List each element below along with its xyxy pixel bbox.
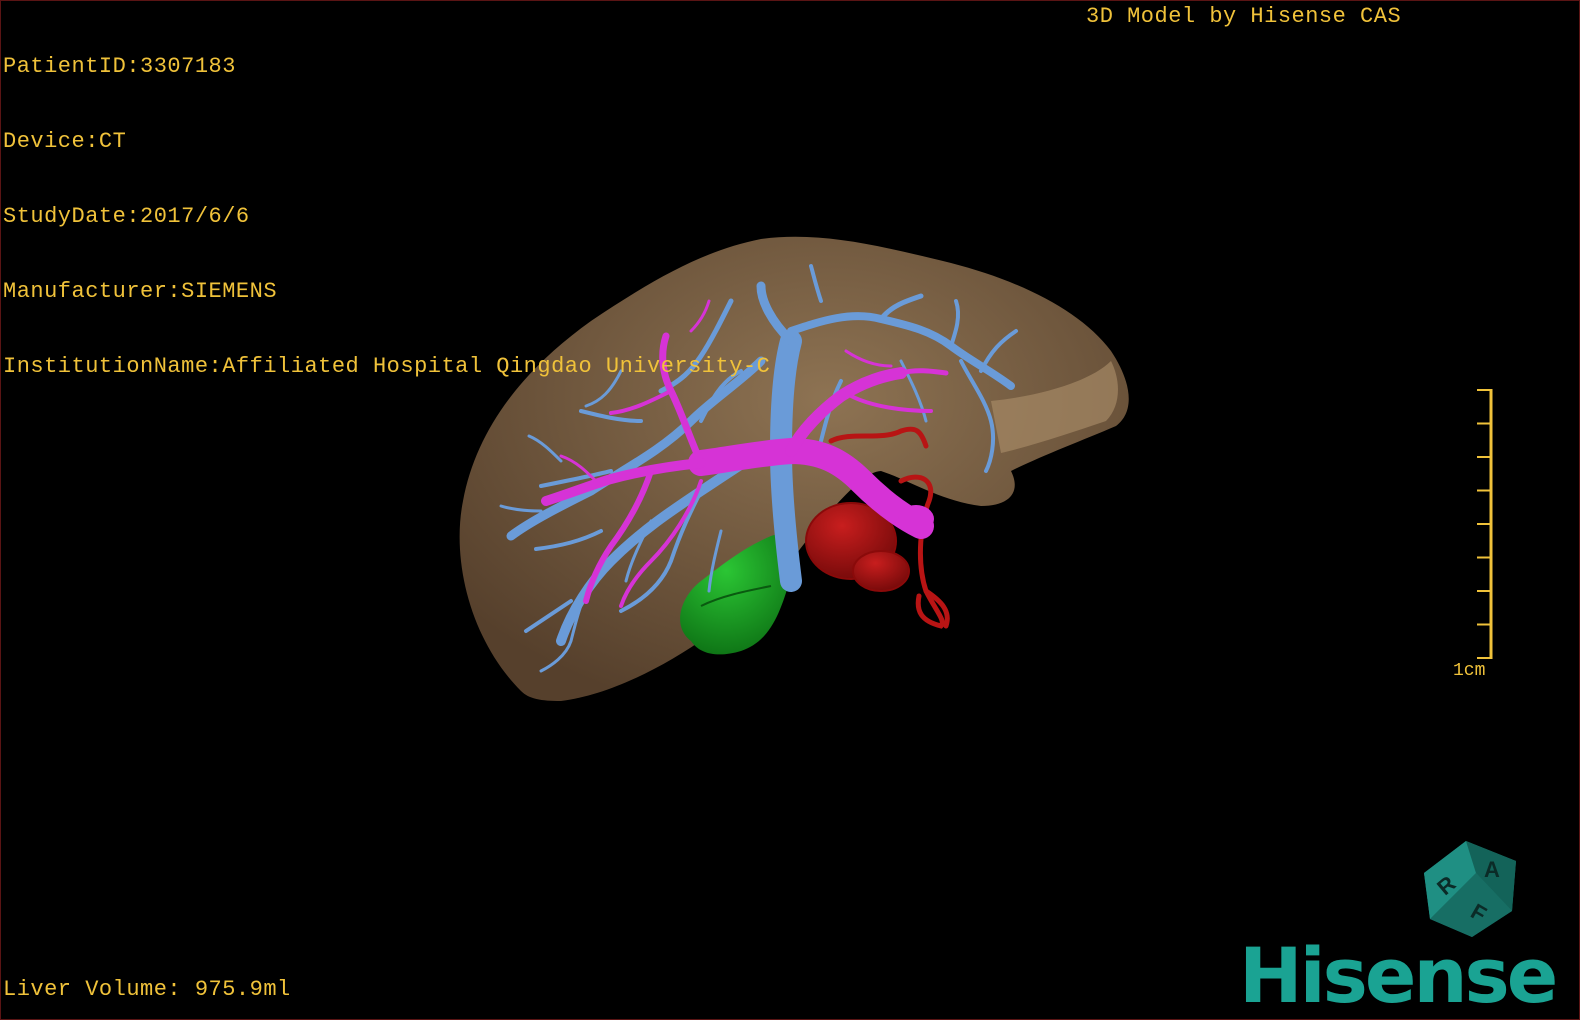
cube-face-a: A [1484,857,1500,882]
liver-volume-label: Liver Volume: 975.9ml [3,977,291,1002]
patient-id-label: PatientID:3307183 [3,54,236,79]
orientation-cube[interactable]: A R F [1416,833,1526,943]
dicom-info-panel: PatientID:3307183 Device:CT StudyDate:20… [3,4,770,429]
portal-vein-trunk [898,505,934,533]
device-label: Device:CT [3,129,127,154]
study-date-label: StudyDate:2017/6/6 [3,204,250,229]
scale-bar [1477,389,1493,659]
3d-viewport[interactable]: PatientID:3307183 Device:CT StudyDate:20… [0,0,1580,1020]
model-credit-label: 3D Model by Hisense CAS [1086,4,1402,29]
manufacturer-label: Manufacturer:SIEMENS [3,279,278,304]
institution-label: InstitutionName:Affiliated Hospital Qing… [3,354,771,379]
scale-bar-label: 1cm [1453,661,1486,681]
scale-bar-ticks [1477,389,1491,659]
hisense-logo: Hisense [1239,931,1558,1020]
